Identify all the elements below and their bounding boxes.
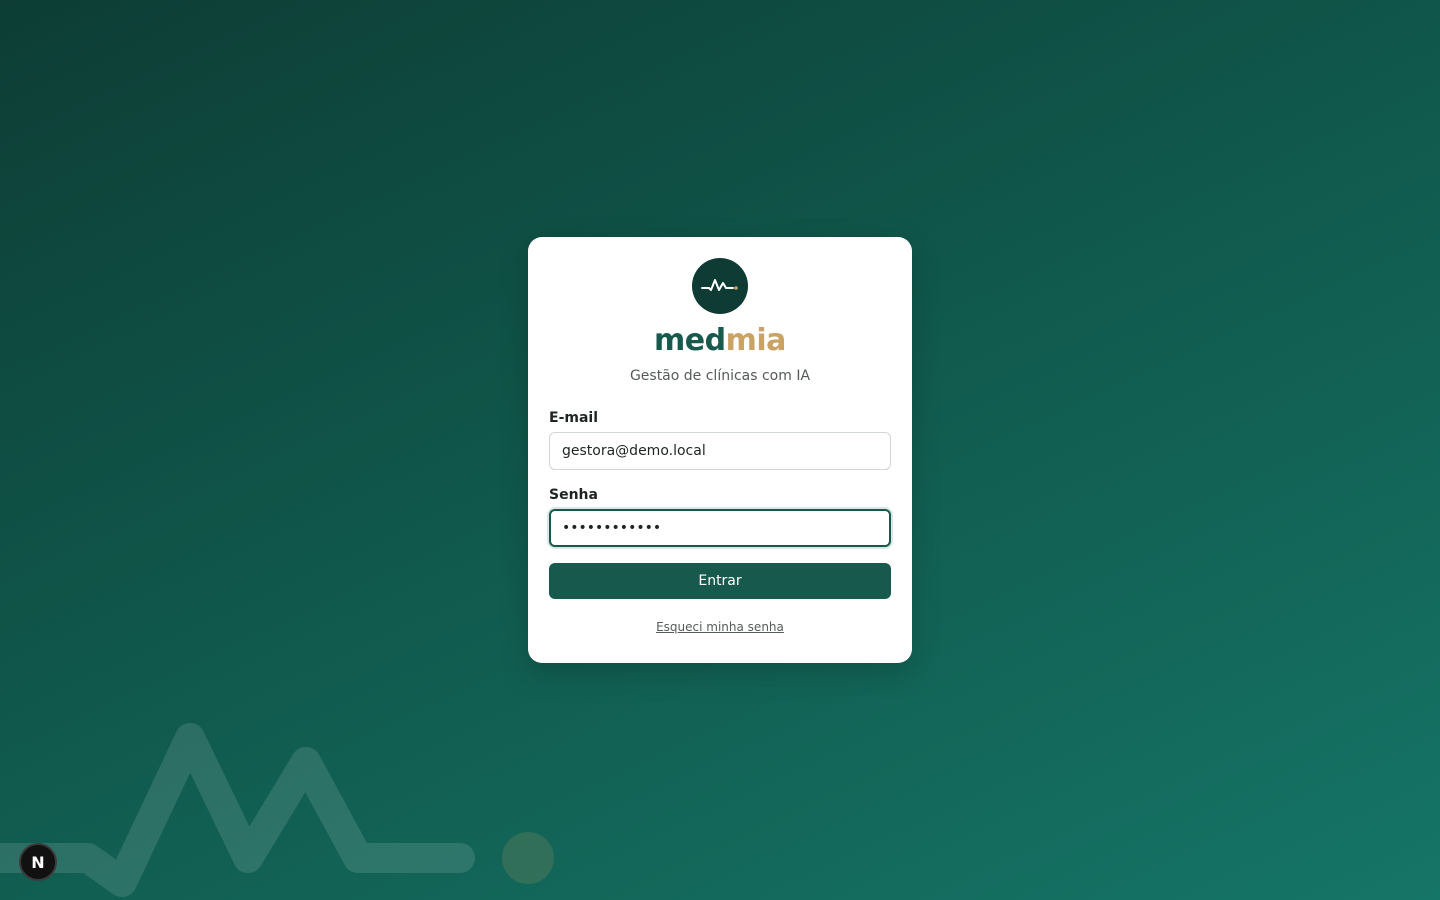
brand-part-med: med	[654, 323, 726, 358]
background-pulse-graphic	[0, 723, 554, 897]
login-card: medmia Gestão de clínicas com IA E-mail …	[528, 237, 912, 663]
email-label: E-mail	[549, 410, 599, 426]
brand-name: medmia	[549, 323, 891, 359]
submit-button[interactable]: Entrar	[549, 563, 891, 599]
badge-label: N	[31, 852, 45, 872]
forgot-password-link[interactable]: Esqueci minha senha	[549, 620, 891, 634]
login-page: { "brand": { "part1": "med", "part2": "m…	[0, 0, 1440, 900]
password-field[interactable]	[549, 509, 891, 547]
logo	[692, 258, 748, 314]
nextjs-dev-badge[interactable]: N	[19, 843, 57, 881]
pulse-icon	[701, 279, 738, 291]
brand-part-mia: mia	[725, 323, 787, 358]
password-label: Senha	[549, 487, 598, 503]
tagline: Gestão de clínicas com IA	[629, 368, 811, 384]
email-field[interactable]	[549, 432, 891, 470]
